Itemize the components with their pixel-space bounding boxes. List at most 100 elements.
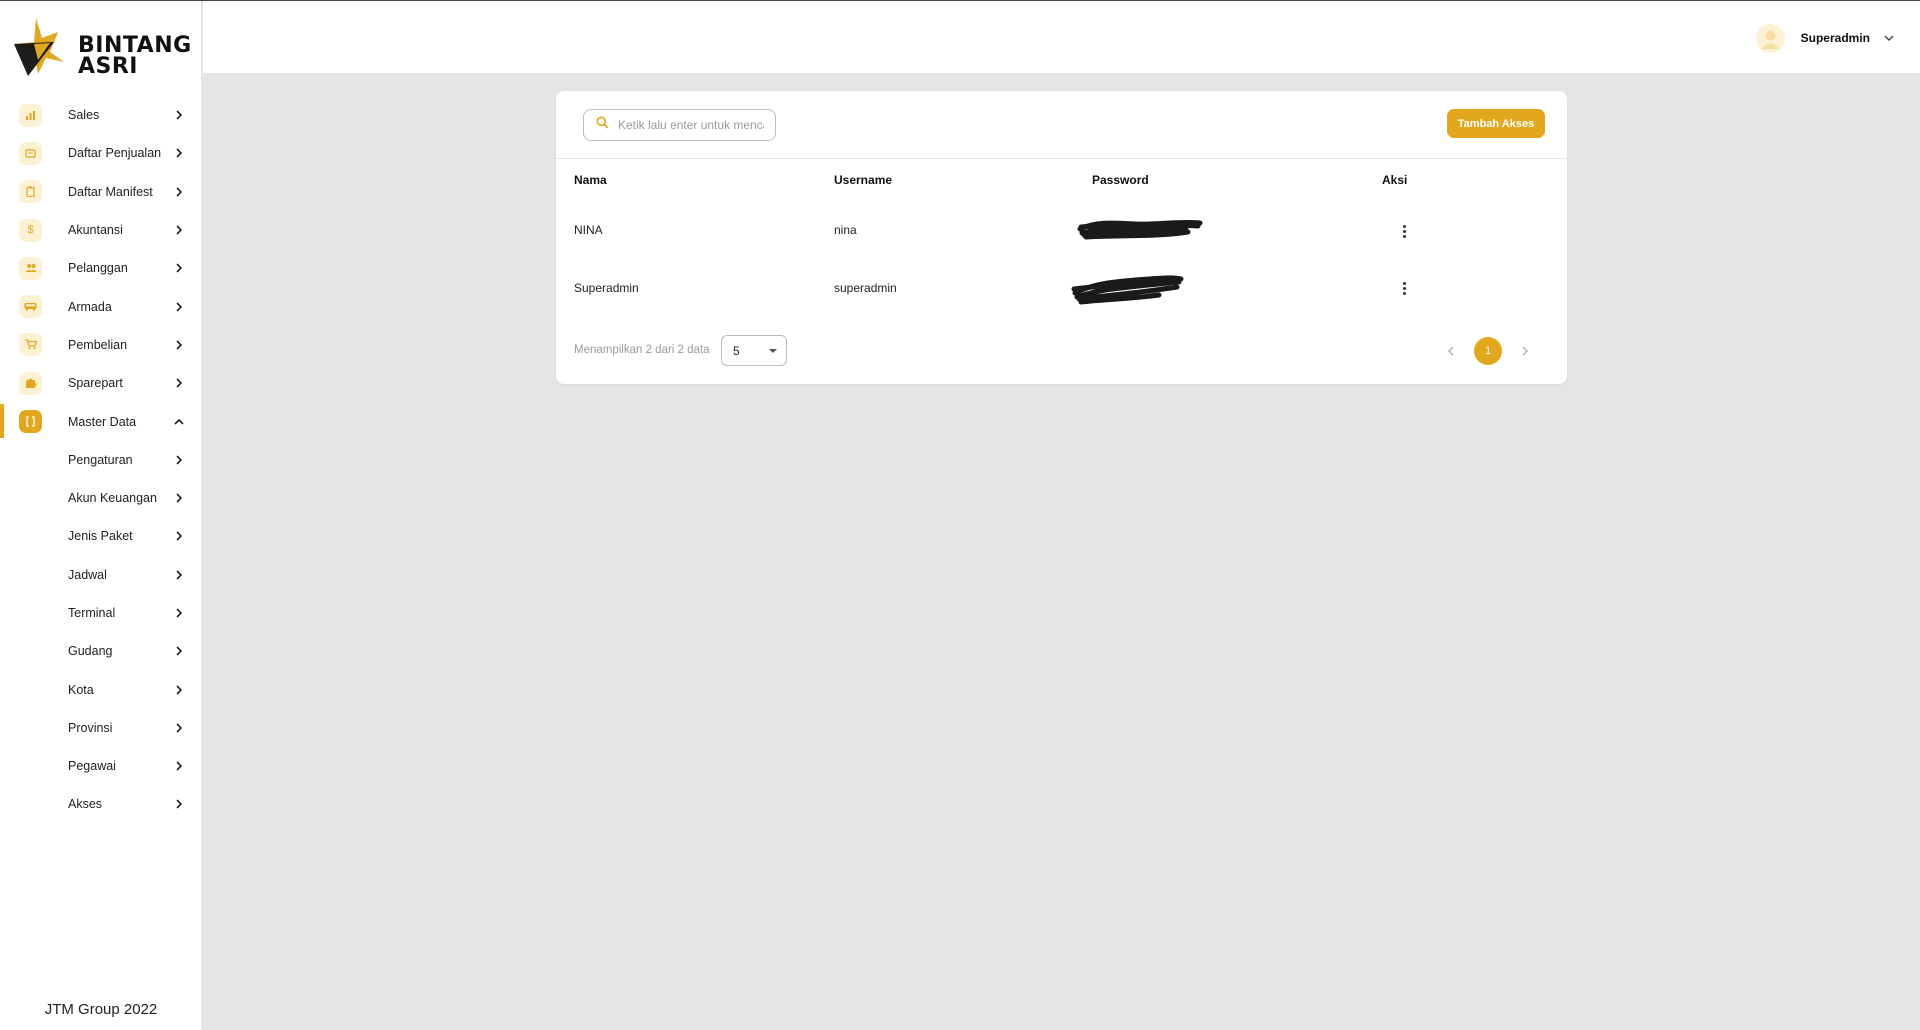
page-size-value: 5 xyxy=(733,343,740,358)
clipboard-icon xyxy=(19,180,42,204)
sidebar-item-label: Master Data xyxy=(68,414,137,429)
sidebar-item-label: Pembelian xyxy=(68,337,128,352)
user-name: Superadmin xyxy=(1800,31,1870,45)
search-input[interactable] xyxy=(618,118,764,132)
sidebar-subitem-label: Pengaturan xyxy=(68,452,133,467)
cell-nama: Superadmin xyxy=(574,281,639,295)
sidebar-subitem-label: Jenis Paket xyxy=(68,529,133,544)
column-header-password: Password xyxy=(1092,173,1149,187)
showing-count: Menampilkan 2 dari 2 data xyxy=(574,344,710,356)
sidebar-item-label: Akuntansi xyxy=(68,223,123,238)
chevron-right-icon xyxy=(173,530,185,542)
sidebar-nav: Sales Daftar Penjualan Daftar Manifest $… xyxy=(0,96,202,824)
header-divider xyxy=(556,158,1567,159)
sidebar-subitem-label: Terminal xyxy=(68,606,116,620)
redacted-password xyxy=(1077,219,1203,240)
bus-icon xyxy=(19,295,42,319)
sidebar-item-master-data[interactable]: Master Data xyxy=(0,402,202,440)
chevron-right-icon xyxy=(173,339,185,351)
sidebar-subitem-jenis-paket[interactable]: Jenis Paket xyxy=(0,517,202,555)
sidebar-item-daftar-manifest[interactable]: Daftar Manifest xyxy=(0,173,202,211)
chevron-down-icon[interactable] xyxy=(1884,29,1894,47)
user-icon xyxy=(1760,30,1780,49)
sidebar-item-label: Daftar Manifest xyxy=(68,184,153,199)
column-header-aksi: Aksi xyxy=(1382,173,1408,187)
sidebar-subitem-label: Pegawai xyxy=(68,759,116,774)
sidebar-subitem-label: Akun Keuangan xyxy=(68,491,157,506)
chevron-right-icon xyxy=(173,760,185,772)
add-access-button[interactable]: Tambah Akses xyxy=(1447,109,1545,138)
sidebar-item-akuntansi[interactable]: $ Akuntansi xyxy=(0,211,202,249)
chevron-right-icon xyxy=(1522,346,1528,356)
chevron-right-icon xyxy=(173,224,185,236)
redacted-password xyxy=(1071,275,1184,305)
akses-table-card: Tambah Akses Nama Username Password Aksi… xyxy=(556,91,1567,384)
dropdown-caret-icon xyxy=(769,349,777,353)
star-logo-icon xyxy=(14,18,64,76)
sidebar: BINTANG ASRI Sales Daftar Penjualan Daft… xyxy=(0,1,202,1030)
sidebar-subitem-akses[interactable]: Akses xyxy=(0,785,202,823)
people-icon xyxy=(19,256,42,280)
top-header: Superadmin xyxy=(203,1,1920,73)
sidebar-item-sales[interactable]: Sales xyxy=(0,96,202,134)
top-border xyxy=(0,0,1920,1)
sidebar-subitem-label: Akses xyxy=(68,797,103,812)
pagination: 1 xyxy=(1437,337,1539,365)
chevron-left-icon xyxy=(1448,346,1454,356)
cell-nama: NINA xyxy=(574,223,603,237)
chevron-right-icon xyxy=(173,262,185,274)
column-header-nama: Nama xyxy=(574,173,607,187)
chevron-right-icon xyxy=(173,454,185,466)
page-number-button[interactable]: 1 xyxy=(1474,337,1502,365)
sidebar-item-label: Sales xyxy=(68,108,100,123)
sidebar-item-pelanggan[interactable]: Pelanggan xyxy=(0,249,202,287)
sidebar-item-armada[interactable]: Armada xyxy=(0,287,202,325)
chevron-up-icon xyxy=(173,416,185,428)
chevron-right-icon xyxy=(173,607,185,619)
sidebar-item-sparepart[interactable]: Sparepart xyxy=(0,364,202,402)
dollar-icon: $ xyxy=(19,218,42,242)
sidebar-subitem-pengaturan[interactable]: Pengaturan xyxy=(0,441,202,479)
chevron-right-icon xyxy=(173,645,185,657)
user-menu[interactable]: Superadmin xyxy=(1755,23,1894,53)
sidebar-item-label: Armada xyxy=(68,299,112,314)
cell-username: superadmin xyxy=(834,281,897,295)
chevron-right-icon xyxy=(173,684,185,696)
sidebar-item-label: Sparepart xyxy=(68,376,123,391)
search-box[interactable] xyxy=(583,109,776,141)
chevron-right-icon xyxy=(173,492,185,504)
row-actions-menu[interactable] xyxy=(1397,279,1411,297)
cart-icon xyxy=(19,333,42,357)
puzzle-icon xyxy=(19,371,42,395)
prev-page-button[interactable] xyxy=(1437,337,1465,365)
sidebar-subitem-label: Jadwal xyxy=(68,567,107,582)
brand-logo: BINTANG ASRI xyxy=(14,16,194,78)
page-size-select[interactable]: 5 xyxy=(721,335,787,366)
sidebar-item-pembelian[interactable]: Pembelian xyxy=(0,326,202,364)
receipt-icon xyxy=(19,141,42,165)
sidebar-item-daftar-penjualan[interactable]: Daftar Penjualan xyxy=(0,134,202,172)
chevron-right-icon xyxy=(173,377,185,389)
sidebar-subitem-label: Gudang xyxy=(68,644,113,659)
next-page-button[interactable] xyxy=(1511,337,1539,365)
brand-name-line2: ASRI xyxy=(78,54,138,79)
avatar xyxy=(1755,23,1785,53)
sidebar-subitem-jadwal[interactable]: Jadwal xyxy=(0,556,202,594)
chevron-right-icon xyxy=(173,569,185,581)
sidebar-subitem-gudang[interactable]: Gudang xyxy=(0,632,202,670)
chevron-right-icon xyxy=(173,147,185,159)
sidebar-footer: JTM Group 2022 xyxy=(44,1001,158,1018)
sidebar-subitem-akun-keuangan[interactable]: Akun Keuangan xyxy=(0,479,202,517)
chevron-right-icon xyxy=(173,186,185,198)
bar-chart-icon xyxy=(19,103,42,127)
sidebar-subitem-kota[interactable]: Kota xyxy=(0,670,202,708)
search-icon xyxy=(596,116,609,134)
sidebar-subitem-label: Provinsi xyxy=(68,720,113,735)
chevron-right-icon xyxy=(173,301,185,313)
brackets-icon xyxy=(19,410,42,434)
row-actions-menu[interactable] xyxy=(1397,222,1411,240)
sidebar-subitem-pegawai[interactable]: Pegawai xyxy=(0,747,202,785)
sidebar-subitem-label: Kota xyxy=(68,682,94,697)
sidebar-subitem-provinsi[interactable]: Provinsi xyxy=(0,709,202,747)
sidebar-subitem-terminal[interactable]: Terminal xyxy=(0,594,202,632)
